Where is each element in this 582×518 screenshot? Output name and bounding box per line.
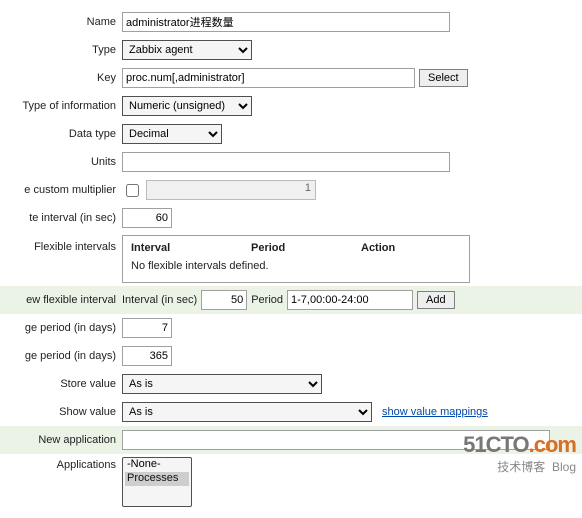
add-button[interactable]: Add [417,291,455,309]
flexible-intervals-table: Interval Period Action No flexible inter… [122,235,470,283]
trend-period-input[interactable] [122,346,172,366]
type-select[interactable]: Zabbix agent [122,40,252,60]
history-period-input[interactable] [122,318,172,338]
new-flex-period-input[interactable] [287,290,413,310]
label-units: Units [0,156,122,168]
name-input[interactable] [122,12,450,32]
custom-multiplier-checkbox[interactable] [126,184,139,197]
new-flex-period-label: Period [251,294,283,306]
label-type: Type [0,44,122,56]
type-of-information-select[interactable]: Numeric (unsigned) [122,96,252,116]
show-value-select[interactable]: As is [122,402,372,422]
label-key: Key [0,72,122,84]
label-store-value: Store value [0,378,122,390]
new-flex-interval-label: Interval (in sec) [122,294,197,306]
select-button[interactable]: Select [419,69,468,87]
custom-multiplier-value: 1 [146,180,316,200]
show-value-mappings-link[interactable]: show value mappings [382,406,488,418]
label-custom-multiplier: e custom multiplier [0,184,122,196]
label-new-flexible-interval: ew flexible interval [0,294,122,306]
flex-empty-message: No flexible intervals defined. [131,260,461,272]
label-new-application: New application [0,434,122,446]
new-application-input[interactable] [122,430,550,450]
label-show-value: Show value [0,406,122,418]
new-flex-interval-input[interactable] [201,290,247,310]
label-history-period: ge period (in days) [0,322,122,334]
label-update-interval: te interval (in sec) [0,212,122,224]
key-input[interactable] [122,68,415,88]
applications-listbox[interactable]: -None-Processes [122,457,192,507]
flex-col-interval: Interval [131,242,251,254]
units-input[interactable] [122,152,450,172]
data-type-select[interactable]: Decimal [122,124,222,144]
store-value-select[interactable]: As is [122,374,322,394]
label-trend-period: ge period (in days) [0,350,122,362]
label-data-type: Data type [0,128,122,140]
flex-col-period: Period [251,242,361,254]
update-interval-input[interactable] [122,208,172,228]
label-applications: Applications [0,457,122,471]
label-name: Name [0,16,122,28]
label-flexible-intervals: Flexible intervals [0,235,122,253]
label-type-of-information: Type of information [0,100,122,112]
flex-col-action: Action [361,242,395,254]
